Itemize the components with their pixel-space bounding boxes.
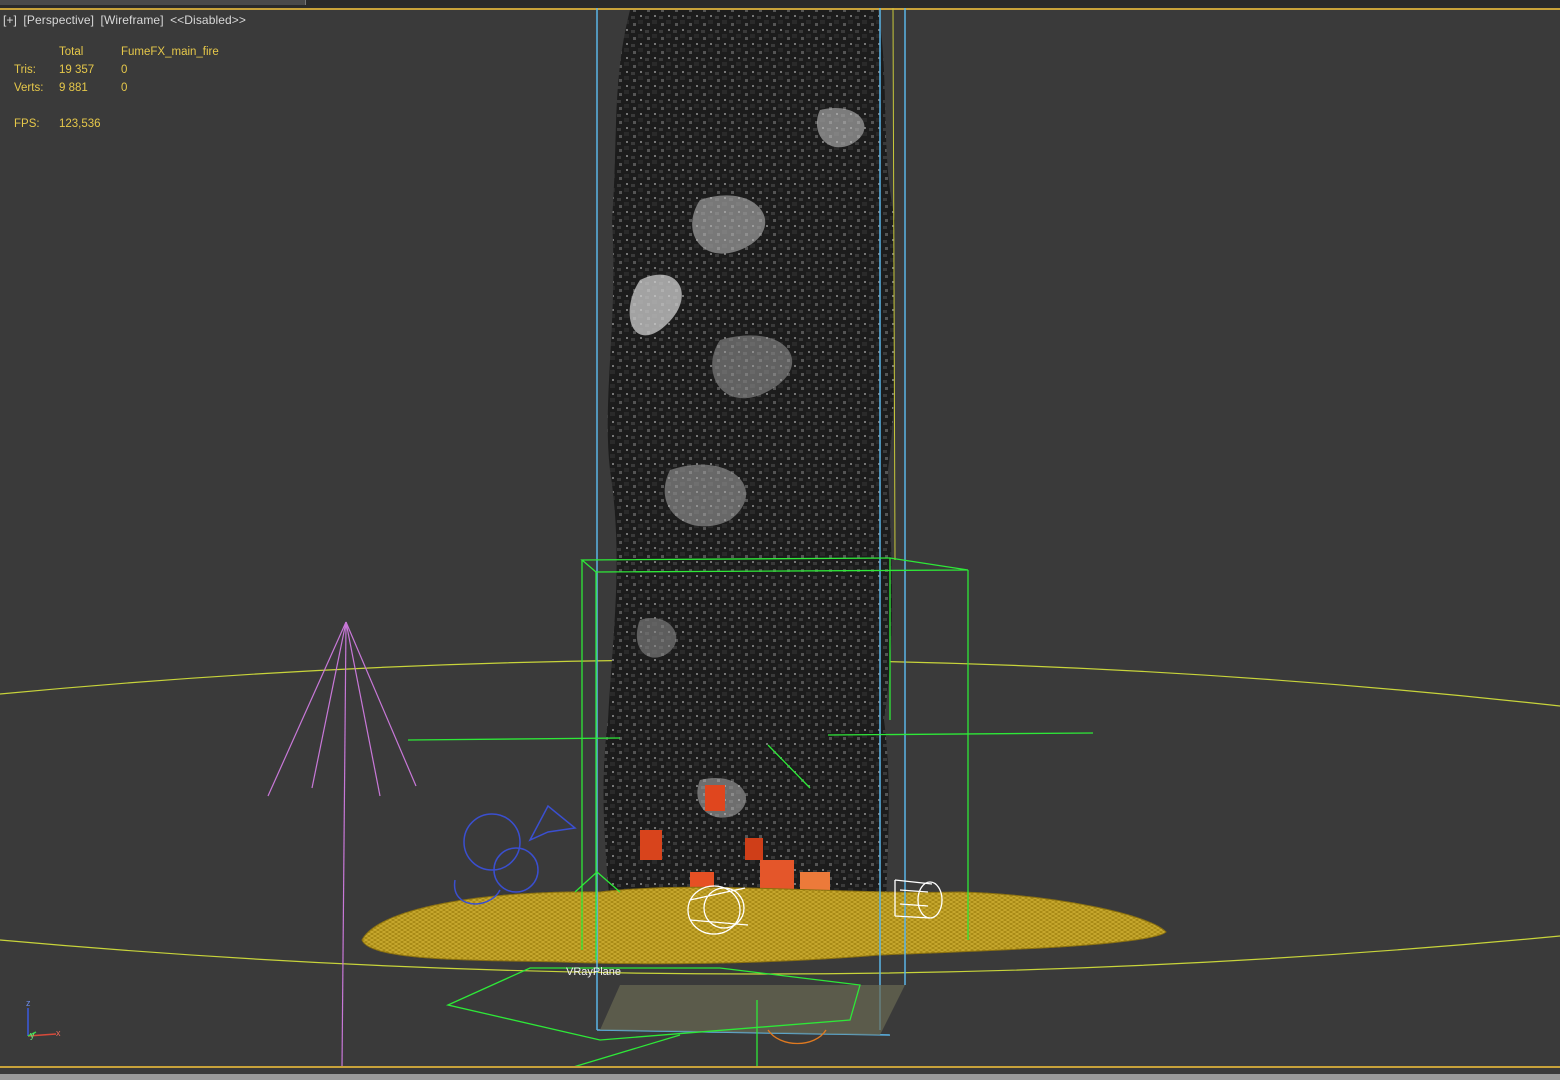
stats-verts-label: Verts: [14, 82, 44, 94]
viewport-menu-disabled[interactable]: <<Disabled>> [170, 13, 246, 27]
axis-y-label: y [30, 1030, 35, 1040]
axis-z-label: z [26, 998, 31, 1008]
camera-icon[interactable] [454, 804, 577, 905]
scene-canvas[interactable] [0, 0, 1560, 1080]
stats-tris-total: 19 357 [59, 64, 95, 76]
stats-verts-total: 9 881 [59, 82, 88, 94]
viewport-label: [+] [Perspective] [Wireframe] <<Disabled… [3, 13, 249, 27]
stats-verts-object: 0 [121, 82, 128, 94]
viewport-menu-shading[interactable]: [Wireframe] [101, 13, 164, 27]
axis-x-label: x [56, 1028, 61, 1038]
omni-light-icon[interactable] [267, 621, 417, 1069]
stats-header-total: Total [59, 46, 84, 58]
perspective-viewport[interactable]: [+] [Perspective] [Wireframe] <<Disabled… [0, 0, 1560, 1080]
vray-plane-mesh[interactable] [361, 886, 1167, 965]
stats-fps-label: FPS: [14, 118, 40, 130]
viewport-menu-plus[interactable]: [+] [3, 13, 17, 27]
axis-tripod-icon: z y x [26, 998, 61, 1040]
timeline-strip[interactable] [0, 1074, 1560, 1080]
stats-tris-label: Tris: [14, 64, 36, 76]
stats-tris-object: 0 [121, 64, 128, 76]
stats-fps-value: 123,536 [59, 118, 101, 130]
stats-header-object: FumeFX_main_fire [121, 46, 219, 58]
object-label-vrayplane: VRayPlane [566, 966, 622, 978]
fumefx-smoke-column[interactable] [603, 10, 895, 905]
viewport-menu-perspective[interactable]: [Perspective] [23, 13, 94, 27]
viewport-bottom-border [0, 1066, 1560, 1080]
